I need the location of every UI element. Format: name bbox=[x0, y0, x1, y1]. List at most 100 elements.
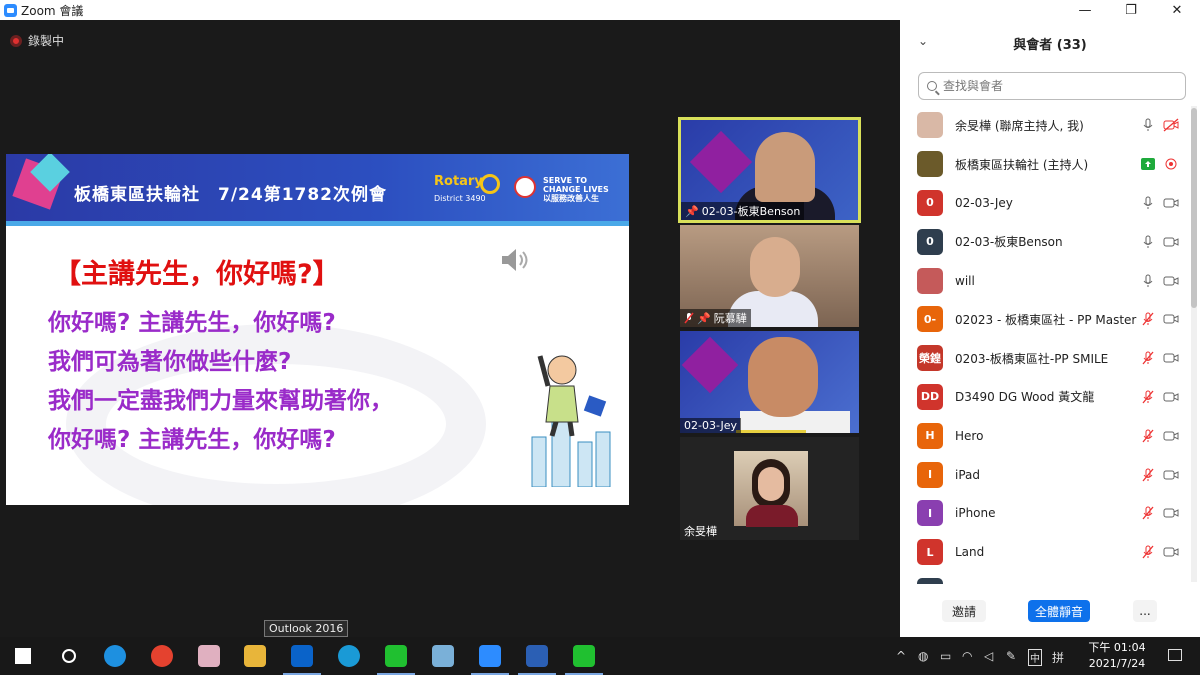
camera-icon[interactable] bbox=[1162, 389, 1180, 405]
camera-icon[interactable] bbox=[1162, 428, 1180, 444]
participant-avatar: DD bbox=[917, 383, 943, 410]
taskbar-app-ie[interactable] bbox=[92, 637, 138, 675]
wifi-icon[interactable]: ◠ bbox=[962, 649, 972, 663]
taskbar-app-search[interactable] bbox=[46, 637, 92, 675]
ie-icon bbox=[104, 645, 126, 667]
video-tile[interactable]: 02-03-Jey bbox=[680, 331, 859, 433]
clock-time: 下午 01:04 bbox=[1088, 641, 1146, 654]
volume-icon[interactable]: ◁ bbox=[984, 649, 993, 663]
video-name: 02-03-Jey bbox=[684, 419, 738, 432]
taskbar-app-line[interactable] bbox=[373, 637, 419, 675]
zoom-logo-icon bbox=[4, 3, 17, 17]
mic-muted-icon[interactable] bbox=[1141, 583, 1155, 584]
camera-icon[interactable] bbox=[1162, 195, 1180, 211]
more-button[interactable]: ... bbox=[1133, 600, 1157, 622]
search-input[interactable] bbox=[943, 79, 1173, 93]
battery-icon[interactable]: ▭ bbox=[940, 649, 951, 663]
slide-line: 你好嗎? 主講先生，你好嗎? bbox=[48, 427, 336, 453]
camera-icon[interactable] bbox=[1162, 273, 1180, 289]
participant-avatar: 0 bbox=[917, 189, 943, 216]
participant-name: 板橋東區扶輪社 (主持人) bbox=[955, 157, 1089, 172]
slide-body: 你好嗎? 主講先生，你好嗎? 我們可為著你做些什麼? 我們一定盡我們力量來幫助著… bbox=[48, 304, 393, 460]
mic-muted-icon[interactable] bbox=[1141, 428, 1155, 444]
participant-name: 02-03-Jey bbox=[955, 195, 1013, 210]
camera-off-icon[interactable] bbox=[1162, 117, 1180, 133]
taskbar-app-windows-start[interactable] bbox=[0, 637, 46, 675]
participant-row[interactable]: 板橋東區扶輪社 (主持人) bbox=[900, 145, 1190, 184]
participant-row[interactable]: will bbox=[900, 261, 1190, 300]
pen-icon[interactable]: ✎ bbox=[1006, 649, 1016, 663]
video-tile[interactable]: 余旻樺 bbox=[680, 437, 859, 540]
tray-app-icon[interactable]: ◍ bbox=[918, 649, 928, 663]
participant-row[interactable]: L Land bbox=[900, 533, 1190, 572]
taskbar-app-word[interactable] bbox=[514, 637, 560, 675]
close-button[interactable]: ✕ bbox=[1154, 0, 1200, 20]
slide-line: 我們可為著你做些什麼? bbox=[48, 349, 292, 375]
globe-logo-icon bbox=[514, 176, 536, 198]
ime-label[interactable]: 拼 bbox=[1052, 649, 1064, 666]
participant-row[interactable]: 余旻樺 (聯席主持人, 我) bbox=[900, 106, 1190, 145]
mic-muted-icon[interactable] bbox=[1141, 544, 1155, 560]
video-tile[interactable]: 📌 阮慕驊 bbox=[680, 225, 859, 327]
video-name-label: 📌 阮慕驊 bbox=[680, 309, 751, 327]
camera-icon[interactable] bbox=[1162, 311, 1180, 327]
participant-row[interactable]: 0 02-03-Jey bbox=[900, 184, 1190, 223]
participant-row[interactable]: 0- 02023 - 板橋東區社 - PP Master bbox=[900, 300, 1190, 339]
taskbar-app-paint[interactable] bbox=[186, 637, 232, 675]
notification-icon[interactable] bbox=[1168, 649, 1182, 661]
mute-all-button[interactable]: 全體靜音 bbox=[1028, 600, 1090, 622]
invite-button[interactable]: 邀請 bbox=[942, 600, 986, 622]
slide-question: 【主講先生，你好嗎?】 bbox=[54, 259, 340, 290]
tray-chevron-icon[interactable]: ^ bbox=[896, 649, 906, 663]
camera-icon[interactable] bbox=[1162, 505, 1180, 521]
participant-row[interactable]: HW HEN WEN HUEY的iPhone bbox=[900, 572, 1190, 584]
taskbar-app-zoom[interactable] bbox=[467, 637, 513, 675]
participant-row[interactable]: 0 02-03-板東Benson bbox=[900, 222, 1190, 261]
mic-muted-icon[interactable] bbox=[1141, 311, 1155, 327]
mic-muted-icon[interactable] bbox=[1141, 350, 1155, 366]
taskbar-app-edge[interactable] bbox=[326, 637, 372, 675]
mic-icon[interactable] bbox=[1141, 195, 1155, 211]
taskbar-app-line-2[interactable] bbox=[561, 637, 607, 675]
scrollbar-thumb[interactable] bbox=[1191, 108, 1197, 308]
participant-row[interactable]: H Hero bbox=[900, 416, 1190, 455]
pin-icon: 📌 bbox=[685, 204, 699, 218]
participant-list-scrollbar[interactable] bbox=[1191, 106, 1197, 582]
system-clock[interactable]: 下午 01:04 2021/7/24 bbox=[1084, 640, 1150, 672]
taskbar-app-chrome[interactable] bbox=[139, 637, 185, 675]
participant-row[interactable]: IiPad bbox=[900, 455, 1190, 494]
participant-search[interactable] bbox=[918, 72, 1186, 100]
recording-icon[interactable] bbox=[1162, 156, 1180, 172]
serve-line: SERVE TO bbox=[543, 176, 588, 185]
camera-icon[interactable] bbox=[1162, 583, 1180, 584]
participant-row[interactable]: DD D3490 DG Wood 黃文龍 bbox=[900, 378, 1190, 417]
mic-icon[interactable] bbox=[1141, 273, 1155, 289]
taskbar-app-outlook[interactable] bbox=[279, 637, 325, 675]
mic-muted-icon[interactable] bbox=[1141, 389, 1155, 405]
search-icon bbox=[927, 81, 937, 91]
meeting-stage: 錄製中 板橋東區扶輪社 7/24第1782次例會 Rotary District… bbox=[0, 20, 900, 637]
zoom-icon bbox=[479, 645, 501, 667]
participants-panel: ⌄ 與會者 (33) 余旻樺 (聯席主持人, 我)板橋東區扶輪社 (主持人)00… bbox=[900, 20, 1200, 637]
camera-icon[interactable] bbox=[1162, 544, 1180, 560]
participant-row[interactable]: 榮鍠 0203-板橋東區社-PP SMILE bbox=[900, 339, 1190, 378]
taskbar-app-file-explorer[interactable] bbox=[232, 637, 278, 675]
camera-icon[interactable] bbox=[1162, 350, 1180, 366]
shared-screen-slide: 板橋東區扶輪社 7/24第1782次例會 Rotary District 349… bbox=[6, 154, 629, 505]
camera-icon[interactable] bbox=[1162, 467, 1180, 483]
video-tile[interactable]: 📌 02-03-板東Benson bbox=[678, 117, 861, 223]
maximize-button[interactable]: ❐ bbox=[1108, 0, 1154, 20]
minimize-button[interactable]: — bbox=[1062, 0, 1108, 20]
mic-icon[interactable] bbox=[1141, 117, 1155, 133]
screen-share-icon[interactable] bbox=[1141, 156, 1155, 172]
mic-muted-icon[interactable] bbox=[1141, 505, 1155, 521]
recording-indicator[interactable]: 錄製中 bbox=[10, 32, 64, 49]
mic-icon[interactable] bbox=[1141, 234, 1155, 250]
participant-row[interactable]: IiPhone bbox=[900, 494, 1190, 533]
participant-name: D3490 DG Wood 黃文龍 bbox=[955, 390, 1095, 405]
mic-muted-icon[interactable] bbox=[1141, 467, 1155, 483]
camera-icon[interactable] bbox=[1162, 234, 1180, 250]
header-stripe bbox=[6, 221, 629, 226]
taskbar-app-notes[interactable] bbox=[420, 637, 466, 675]
ime-mode-icon[interactable]: 中 bbox=[1028, 649, 1042, 666]
